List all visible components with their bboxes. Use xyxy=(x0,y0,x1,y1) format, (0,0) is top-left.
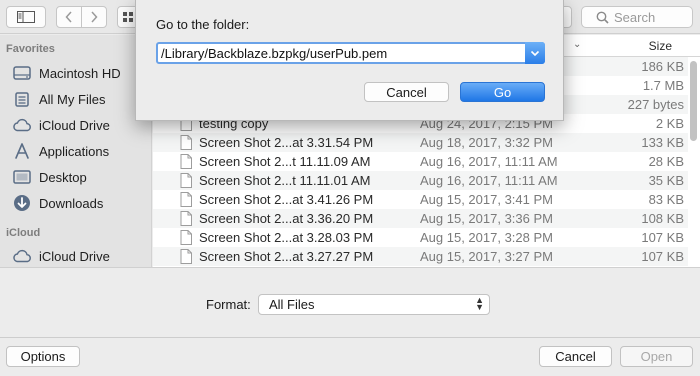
dialog-cancel-label: Cancel xyxy=(386,84,427,100)
sidebar-toggle-button[interactable] xyxy=(6,6,46,28)
table-row[interactable]: Screen Shot 2...at 3.31.54 PM Aug 18, 201… xyxy=(153,133,688,152)
grid-view-icon xyxy=(123,12,133,22)
file-date-modified: Aug 15, 2017, 3:36 PM xyxy=(420,211,553,226)
sidebar-item-label: Downloads xyxy=(39,195,104,211)
cloud-icon xyxy=(12,116,32,134)
sidebar-item-all-my-files[interactable]: All My Files xyxy=(12,88,105,110)
sidebar: Favorites Macintosh HD All My Files iClo… xyxy=(0,35,152,267)
options-button[interactable]: Options xyxy=(6,346,80,367)
file-size: 186 KB xyxy=(641,59,684,74)
sidebar-item-label: iCloud Drive xyxy=(39,248,110,264)
format-select[interactable]: All Files ▲ ▼ xyxy=(258,294,490,315)
file-name: Screen Shot 2...at 3.27.27 PM xyxy=(199,249,374,264)
file-size: 28 KB xyxy=(648,154,684,169)
file-size: 133 KB xyxy=(641,135,684,150)
file-date-modified: Aug 16, 2017, 11:11 AM xyxy=(420,173,558,188)
file-size: 107 KB xyxy=(641,249,684,264)
sidebar-item-applications[interactable]: Applications xyxy=(12,140,109,162)
file-size: 107 KB xyxy=(641,230,684,245)
document-icon xyxy=(180,249,194,264)
table-row[interactable]: Screen Shot 2...at 3.28.03 PM Aug 15, 201… xyxy=(153,228,688,247)
cloud-icon xyxy=(12,247,32,265)
hard-drive-icon xyxy=(12,64,32,82)
sidebar-item-label: All My Files xyxy=(39,91,106,107)
file-size: 227 bytes xyxy=(627,97,684,112)
all-files-icon xyxy=(12,90,32,108)
table-row[interactable]: Screen Shot 2...at 3.36.20 PM Aug 15, 201… xyxy=(153,209,688,228)
chevron-right-icon xyxy=(91,11,98,23)
sidebar-section-favorites: Favorites xyxy=(6,43,55,55)
path-history-dropdown-button[interactable] xyxy=(525,42,545,64)
size-column-header[interactable]: Size xyxy=(649,39,672,53)
sidebar-item-icloud-drive[interactable]: iCloud Drive xyxy=(12,114,110,136)
file-size: 2 KB xyxy=(655,116,684,131)
file-name: Screen Shot 2...t 11.11.09 AM xyxy=(199,154,371,169)
file-date-modified: Aug 15, 2017, 3:41 PM xyxy=(420,192,553,207)
file-name: Screen Shot 2...at 3.31.54 PM xyxy=(199,135,374,150)
search-field[interactable]: Search xyxy=(581,6,693,28)
chevron-down-icon xyxy=(530,50,540,56)
sidebar-item-label: Applications xyxy=(39,143,110,159)
file-date-modified: Aug 18, 2017, 3:32 PM xyxy=(420,135,553,150)
sidebar-item-desktop[interactable]: Desktop xyxy=(12,166,87,188)
format-label: Format: xyxy=(206,297,251,312)
sort-chevron-icon[interactable]: ⌄ xyxy=(573,39,581,50)
search-icon xyxy=(596,11,609,24)
file-size: 108 KB xyxy=(641,211,684,226)
dialog-go-label: Go xyxy=(493,84,512,100)
file-date-modified: Aug 15, 2017, 3:27 PM xyxy=(420,249,553,264)
file-name: Screen Shot 2...at 3.36.20 PM xyxy=(199,211,374,226)
go-to-folder-dialog: Go to the folder: Cancel Go xyxy=(135,0,564,121)
cancel-button[interactable]: Cancel xyxy=(539,346,612,367)
desktop-icon xyxy=(12,168,32,186)
downloads-icon xyxy=(12,194,32,212)
sidebar-item-macintosh-hd[interactable]: Macintosh HD xyxy=(12,62,121,84)
dialog-title: Go to the folder: xyxy=(156,17,250,32)
sidebar-item-label: iCloud Drive xyxy=(39,117,110,133)
sidebar-item-label: Macintosh HD xyxy=(39,65,121,81)
document-icon xyxy=(180,211,194,226)
document-icon xyxy=(180,154,194,169)
open-button[interactable]: Open xyxy=(620,346,693,367)
cancel-button-label: Cancel xyxy=(555,349,596,364)
file-size: 1.7 MB xyxy=(642,78,684,93)
document-icon xyxy=(180,192,194,207)
file-size: 83 KB xyxy=(648,192,684,207)
dialog-cancel-button[interactable]: Cancel xyxy=(364,82,449,102)
applications-icon xyxy=(12,142,32,160)
table-row[interactable]: Screen Shot 2...at 3.41.26 PM Aug 15, 201… xyxy=(153,190,688,209)
sidebar-item-downloads[interactable]: Downloads xyxy=(12,192,103,214)
chevron-left-icon xyxy=(65,11,72,23)
vertical-scrollbar[interactable] xyxy=(690,61,697,141)
sidebar-section-icloud: iCloud xyxy=(6,227,41,239)
sidebar-item-icloud-drive-2[interactable]: iCloud Drive xyxy=(12,245,110,267)
sidebar-item-label: Desktop xyxy=(39,169,87,185)
table-row[interactable]: Screen Shot 2...t 11.11.09 AM Aug 16, 201… xyxy=(153,152,688,171)
bottom-bar: Options Cancel Open xyxy=(0,337,700,376)
search-placeholder: Search xyxy=(614,9,656,25)
forward-button[interactable] xyxy=(81,6,107,28)
file-size: 35 KB xyxy=(648,173,684,188)
file-name: Screen Shot 2...at 3.28.03 PM xyxy=(199,230,374,245)
table-row[interactable]: Screen Shot 2...t 11.11.01 AM Aug 16, 201… xyxy=(153,171,688,190)
format-selected-value: All Files xyxy=(269,297,315,312)
open-button-label: Open xyxy=(640,349,673,364)
file-name: Screen Shot 2...t 11.11.01 AM xyxy=(199,173,371,188)
document-icon xyxy=(180,230,194,245)
file-date-modified: Aug 16, 2017, 11:11 AM xyxy=(420,154,558,169)
document-icon xyxy=(180,173,194,188)
folder-path-input[interactable] xyxy=(156,42,545,64)
options-button-label: Options xyxy=(20,349,66,364)
file-date-modified: Aug 15, 2017, 3:28 PM xyxy=(420,230,553,245)
file-name: Screen Shot 2...at 3.41.26 PM xyxy=(199,192,374,207)
table-row[interactable]: Screen Shot 2...at 3.27.27 PM Aug 15, 201… xyxy=(153,247,688,266)
dialog-go-button[interactable]: Go xyxy=(460,82,545,102)
document-icon xyxy=(180,135,194,150)
format-bar: Format: All Files ▲ ▼ xyxy=(0,267,700,337)
sidebar-toggle-icon xyxy=(17,11,35,23)
select-arrows-icon: ▲ ▼ xyxy=(475,295,484,312)
back-button[interactable] xyxy=(56,6,82,28)
